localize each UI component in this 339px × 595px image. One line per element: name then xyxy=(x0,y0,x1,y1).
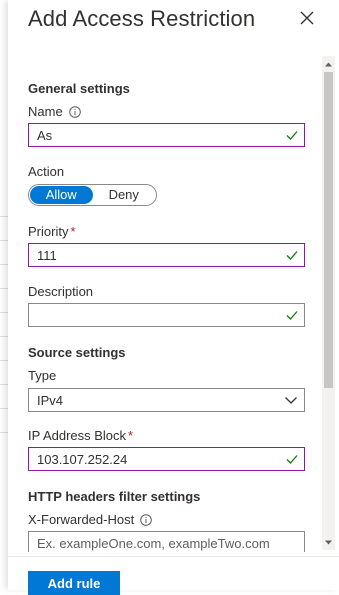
background-divider xyxy=(0,408,8,409)
x-forwarded-host-field[interactable] xyxy=(28,531,305,552)
scroll-up-arrow-icon[interactable] xyxy=(325,61,332,68)
required-marker: * xyxy=(70,224,76,239)
background-divider xyxy=(0,432,8,433)
name-label-text: Name xyxy=(28,104,63,119)
checkmark-icon xyxy=(286,251,298,260)
vertical-scrollbar[interactable] xyxy=(322,56,335,550)
access-restriction-panel: Add Access Restriction General settings … xyxy=(8,0,339,595)
description-label: Description xyxy=(28,284,94,299)
ip-block-label: IP Address Block * xyxy=(28,428,133,443)
panel-footer: Add rule xyxy=(8,556,339,595)
type-select[interactable]: IPv4 xyxy=(28,388,305,412)
action-deny-option[interactable]: Deny xyxy=(93,186,156,204)
http-headers-heading: HTTP headers filter settings xyxy=(28,489,201,504)
add-rule-button[interactable]: Add rule xyxy=(28,571,120,595)
x-forwarded-host-input[interactable] xyxy=(29,533,285,552)
form-scroll-area: General settings Name Action Allow Deny … xyxy=(8,52,339,552)
background-blade-edge xyxy=(0,0,8,589)
checkmark-icon xyxy=(286,131,298,140)
priority-label-text: Priority xyxy=(28,224,69,239)
ip-block-input[interactable] xyxy=(29,449,285,469)
type-label: Type xyxy=(28,368,57,383)
ip-block-label-text: IP Address Block xyxy=(28,428,127,443)
scrollbar-thumb[interactable] xyxy=(324,72,333,388)
background-divider xyxy=(0,264,8,265)
info-icon[interactable] xyxy=(140,513,153,526)
checkmark-icon xyxy=(286,455,298,464)
general-settings-heading: General settings xyxy=(28,81,130,96)
action-toggle[interactable]: Allow Deny xyxy=(28,184,157,206)
action-label: Action xyxy=(28,164,65,179)
background-divider xyxy=(0,216,8,217)
description-input[interactable] xyxy=(29,305,285,325)
source-settings-heading: Source settings xyxy=(28,345,126,360)
name-label: Name xyxy=(28,104,81,119)
scroll-down-arrow-icon[interactable] xyxy=(325,539,332,546)
panel-title: Add Access Restriction xyxy=(28,6,256,31)
description-field[interactable] xyxy=(28,303,305,327)
priority-label: Priority * xyxy=(28,224,76,239)
required-marker: * xyxy=(128,428,134,443)
background-divider xyxy=(0,360,8,361)
chevron-down-icon xyxy=(285,397,297,404)
x-forwarded-host-label-text: X-Forwarded-Host xyxy=(28,512,135,527)
checkmark-icon xyxy=(286,311,298,320)
type-selected-value: IPv4 xyxy=(37,392,64,408)
priority-input[interactable] xyxy=(29,245,285,265)
background-divider xyxy=(0,312,8,313)
background-divider xyxy=(0,288,8,289)
info-icon[interactable] xyxy=(68,105,81,118)
close-icon xyxy=(300,11,314,25)
action-allow-option[interactable]: Allow xyxy=(30,186,93,204)
close-button[interactable] xyxy=(298,9,316,27)
priority-field[interactable] xyxy=(28,243,305,267)
background-divider xyxy=(0,384,8,385)
background-divider xyxy=(0,240,8,241)
name-input[interactable] xyxy=(29,125,285,145)
x-forwarded-host-label: X-Forwarded-Host xyxy=(28,512,153,527)
name-field[interactable] xyxy=(28,123,305,147)
ip-block-field[interactable] xyxy=(28,447,305,471)
background-divider xyxy=(0,336,8,337)
